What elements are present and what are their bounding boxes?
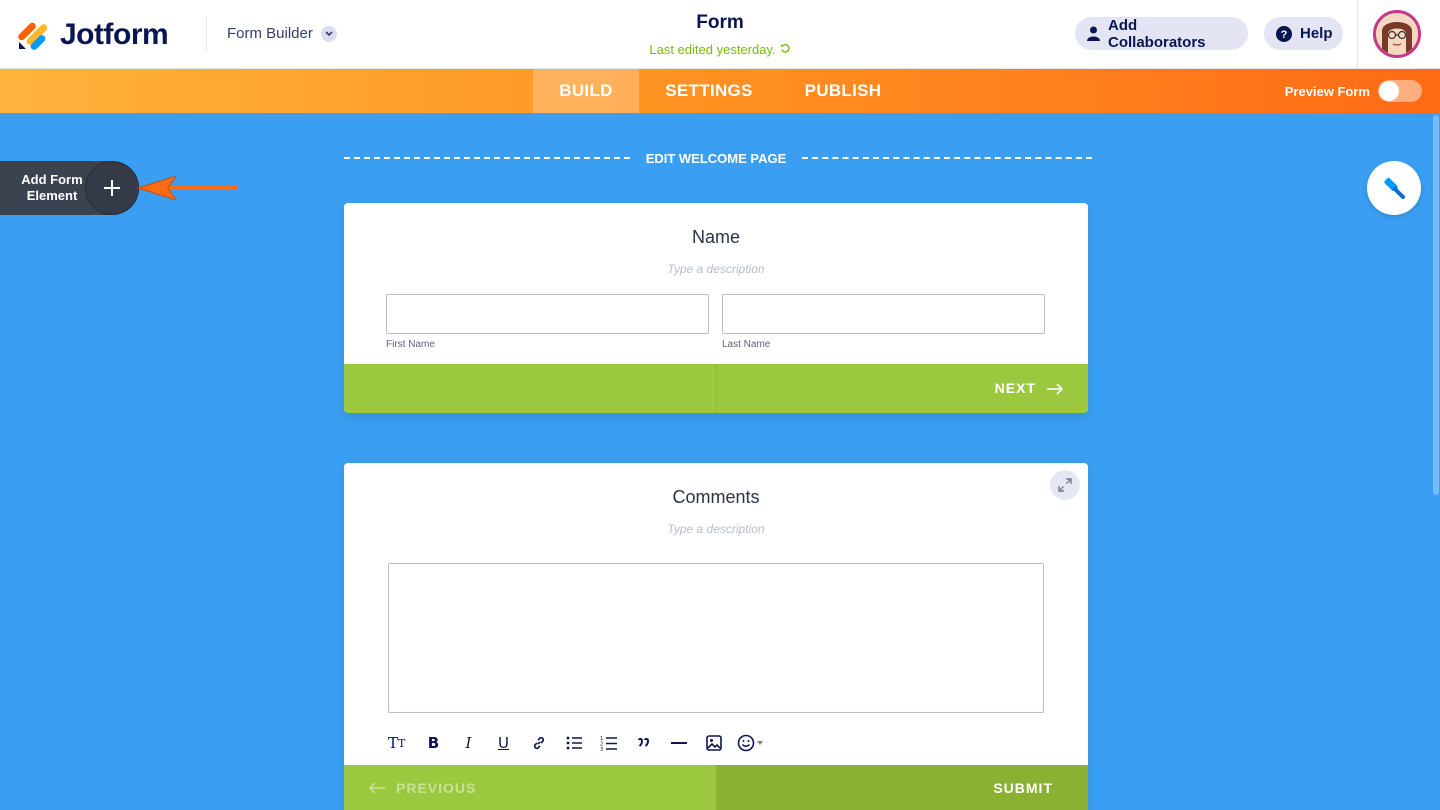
previous-button[interactable]: PREVIOUS: [344, 765, 716, 810]
comments-question-card[interactable]: Comments Type a description TT B I U 123: [344, 463, 1088, 810]
next-label: NEXT: [994, 380, 1036, 396]
last-name-sublabel: Last Name: [722, 339, 771, 350]
paint-roller-icon: [1384, 177, 1405, 199]
submit-button[interactable]: SUBMIT: [716, 765, 1088, 810]
add-collaborators-label: Add Collaborators: [1108, 16, 1206, 51]
dashed-line-left: [344, 157, 630, 159]
preview-form-toggle[interactable]: [1378, 80, 1422, 102]
arrow-left-icon: [368, 781, 386, 794]
user-icon: [1087, 26, 1100, 41]
tab-build[interactable]: BUILD: [533, 69, 639, 113]
name-question-title[interactable]: Name: [344, 227, 1088, 248]
svg-text:?: ?: [1281, 29, 1288, 41]
help-label: Help: [1300, 25, 1333, 42]
header-divider: [206, 17, 207, 51]
footer-divider: [716, 364, 717, 412]
emoji-icon[interactable]: [731, 731, 771, 755]
comments-question-title[interactable]: Comments: [344, 487, 1088, 508]
tab-publish[interactable]: PUBLISH: [790, 69, 896, 113]
previous-label: PREVIOUS: [396, 779, 477, 796]
svg-text:3: 3: [600, 747, 603, 751]
underline-icon[interactable]: U: [486, 731, 521, 755]
comments-textarea[interactable]: [388, 563, 1044, 713]
preview-form-label: Preview Form: [1284, 83, 1370, 99]
name-card-footer: NEXT: [344, 364, 1088, 413]
last-edited-status: Last edited yesterday.: [520, 42, 920, 57]
edit-welcome-page-label: EDIT WELCOME PAGE: [645, 151, 787, 166]
last-edited-text: Last edited yesterday.: [649, 42, 776, 57]
plus-icon: [104, 180, 120, 196]
horizontal-rule-icon[interactable]: [661, 731, 696, 755]
last-name-input[interactable]: [722, 294, 1045, 334]
logo-text: Jotform: [60, 18, 169, 51]
tab-settings[interactable]: SETTINGS: [647, 69, 771, 113]
form-designer-button[interactable]: [1367, 161, 1421, 215]
annotation-arrow: [136, 175, 238, 201]
numbered-list-icon[interactable]: 123: [591, 731, 626, 755]
builder-nav: BUILD SETTINGS PUBLISH Preview Form: [0, 69, 1440, 113]
dashed-line-right: [802, 157, 1092, 159]
top-header: Jotform Form Builder Form Last edited ye…: [0, 0, 1440, 69]
chevron-down-icon: [320, 25, 337, 42]
form-builder-dropdown[interactable]: Form Builder: [227, 25, 337, 42]
bold-icon[interactable]: B: [416, 731, 451, 755]
name-question-card[interactable]: Name Type a description First Name Last …: [344, 203, 1088, 413]
header-divider-right: [1357, 0, 1358, 69]
image-icon[interactable]: [696, 731, 731, 755]
jotform-logo-icon: [18, 22, 48, 50]
quote-icon[interactable]: [626, 731, 661, 755]
add-element-button[interactable]: [85, 161, 139, 215]
form-title-area: Form Last edited yesterday.: [520, 12, 920, 57]
bulleted-list-icon[interactable]: [556, 731, 591, 755]
add-form-element-panel[interactable]: Add Form Element: [0, 161, 139, 215]
comments-card-footer: PREVIOUS SUBMIT: [344, 765, 1088, 810]
text-size-icon[interactable]: TT: [388, 731, 416, 755]
history-icon[interactable]: [780, 42, 791, 57]
first-name-sublabel: First Name: [386, 339, 435, 350]
first-name-input[interactable]: [386, 294, 709, 334]
scrollbar-thumb[interactable]: [1433, 115, 1439, 495]
add-collaborators-button[interactable]: Add Collaborators: [1075, 16, 1248, 51]
link-icon[interactable]: [521, 731, 556, 755]
jotform-logo[interactable]: Jotform: [18, 18, 169, 52]
preview-form-control: Preview Form: [1285, 80, 1422, 102]
help-button[interactable]: ? Help: [1264, 17, 1343, 50]
edit-welcome-page[interactable]: EDIT WELCOME PAGE: [344, 148, 1092, 168]
avatar-illustration: [1376, 13, 1418, 55]
comments-description-placeholder[interactable]: Type a description: [344, 522, 1088, 536]
question-icon: ?: [1276, 25, 1292, 42]
name-description-placeholder[interactable]: Type a description: [344, 262, 1088, 276]
canvas-scrollbar[interactable]: [1432, 113, 1440, 810]
add-form-element-label: Add Form Element: [21, 172, 83, 203]
rich-text-toolbar: TT B I U 123: [388, 731, 771, 755]
builder-label: Form Builder: [227, 25, 313, 42]
toggle-knob: [1379, 81, 1399, 101]
next-button[interactable]: NEXT: [995, 364, 1064, 413]
submit-label: SUBMIT: [993, 779, 1053, 796]
italic-icon[interactable]: I: [451, 731, 486, 755]
arrow-right-icon: [1046, 382, 1064, 395]
form-title[interactable]: Form: [520, 12, 920, 34]
user-avatar[interactable]: [1373, 10, 1421, 58]
